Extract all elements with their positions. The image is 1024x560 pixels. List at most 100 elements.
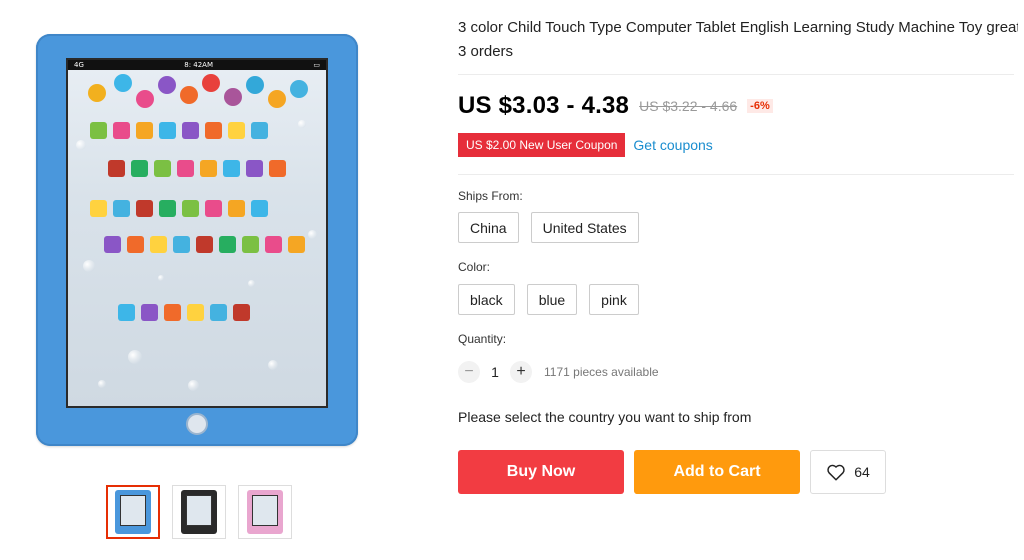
app-tile-icon [219, 236, 236, 253]
app-tile-icon [228, 200, 245, 217]
wishlist-count: 64 [854, 464, 870, 480]
app-tile-icon [154, 160, 171, 177]
water-drop-icon [83, 260, 95, 272]
main-product-image[interactable]: 4G 8: 42AM ▭ [36, 34, 358, 446]
water-drop-icon [98, 380, 106, 388]
ship-option-united-states[interactable]: United States [530, 212, 639, 243]
divider [458, 174, 1014, 175]
app-tile-icon [113, 122, 130, 139]
app-tile-icon [113, 200, 130, 217]
buy-now-button[interactable]: Buy Now [458, 450, 624, 494]
water-drop-icon [308, 230, 317, 239]
discount-badge: -6% [747, 99, 773, 113]
app-tile-icon [228, 122, 245, 139]
number-bubble-icon [136, 90, 154, 108]
number-bubble-icon [88, 84, 106, 102]
app-tile-icon [131, 160, 148, 177]
battery-icon: ▭ [313, 61, 320, 69]
new-user-coupon[interactable]: US $2.00 New User Coupon [458, 133, 626, 157]
number-bubble-icon [246, 76, 264, 94]
heart-icon [827, 464, 845, 481]
tablet-thumb-icon [181, 490, 217, 534]
signal-text: 4G [74, 61, 84, 69]
app-tile-icon [182, 122, 199, 139]
app-tile-icon [141, 304, 158, 321]
price-row: US $3.03 - 4.38 US $3.22 - 4.66 -6% [458, 92, 773, 120]
quantity-stepper: − 1 + 1171 pieces available [458, 361, 659, 383]
number-bubble-icon [224, 88, 242, 106]
color-option-black[interactable]: black [458, 284, 515, 315]
number-bubble-icon [202, 74, 220, 92]
app-tile-icon [90, 122, 107, 139]
app-tile-icon [187, 304, 204, 321]
app-tile-icon [205, 200, 222, 217]
shipping-country-message: Please select the country you want to sh… [458, 409, 752, 425]
app-tile-icon [127, 236, 144, 253]
water-drop-icon [188, 380, 199, 391]
app-tile-icon [182, 200, 199, 217]
water-drop-icon [298, 120, 306, 128]
color-option-pink[interactable]: pink [589, 284, 639, 315]
stock-available: 1171 pieces available [544, 365, 659, 379]
color-options: black blue pink [458, 284, 639, 315]
original-price: US $3.22 - 4.66 [639, 98, 738, 114]
app-tile-icon [159, 122, 176, 139]
app-tile-icon [200, 160, 217, 177]
app-tile-icon [159, 200, 176, 217]
home-button-icon [186, 413, 208, 435]
wishlist-button[interactable]: 64 [810, 450, 886, 494]
app-tile-icon [205, 122, 222, 139]
color-option-blue[interactable]: blue [526, 284, 578, 315]
app-tile-icon [164, 304, 181, 321]
tablet-status-bar: 4G 8: 42AM ▭ [68, 60, 326, 70]
number-bubble-icon [180, 86, 198, 104]
water-drop-icon [268, 360, 278, 370]
app-tile-icon [196, 236, 213, 253]
get-coupons-link[interactable]: Get coupons [633, 137, 712, 153]
water-drop-icon [128, 350, 142, 364]
number-bubble-icon [290, 80, 308, 98]
quantity-decrease-button[interactable]: − [458, 361, 480, 383]
quantity-label: Quantity: [458, 332, 507, 346]
coupon-row: US $2.00 New User Coupon Get coupons [458, 133, 713, 157]
thumbnail-blue[interactable] [106, 485, 160, 539]
thumbnail-pink[interactable] [238, 485, 292, 539]
app-tile-icon [246, 160, 263, 177]
app-tile-icon [242, 236, 259, 253]
water-drop-icon [158, 275, 164, 281]
app-tile-icon [210, 304, 227, 321]
tablet-thumb-icon [115, 490, 151, 534]
app-tile-icon [265, 236, 282, 253]
current-price: US $3.03 - 4.38 [458, 92, 630, 119]
color-label: Color: [458, 260, 491, 274]
tablet-thumb-icon [247, 490, 283, 534]
ship-option-china[interactable]: China [458, 212, 519, 243]
app-tile-icon [251, 200, 268, 217]
app-tile-icon [173, 236, 190, 253]
water-drop-icon [76, 140, 86, 150]
app-tile-icon [118, 304, 135, 321]
app-tile-icon [223, 160, 240, 177]
action-buttons: Buy Now Add to Cart 64 [458, 450, 886, 494]
number-bubble-icon [114, 74, 132, 92]
add-to-cart-button[interactable]: Add to Cart [634, 450, 800, 494]
app-tile-icon [251, 122, 268, 139]
app-tile-icon [288, 236, 305, 253]
status-time: 8: 42AM [184, 61, 214, 69]
ships-from-label: Ships From: [458, 189, 523, 203]
divider [458, 74, 1014, 75]
app-tile-icon [269, 160, 286, 177]
number-bubble-icon [158, 76, 176, 94]
quantity-value[interactable]: 1 [490, 364, 500, 380]
thumbnail-black[interactable] [172, 485, 226, 539]
app-tile-icon [108, 160, 125, 177]
quantity-increase-button[interactable]: + [510, 361, 532, 383]
product-title: 3 color Child Touch Type Computer Tablet… [458, 19, 1018, 36]
app-tile-icon [233, 304, 250, 321]
app-tile-icon [177, 160, 194, 177]
thumbnail-strip [106, 485, 292, 539]
app-tile-icon [150, 236, 167, 253]
number-bubble-icon [268, 90, 286, 108]
order-count: 3 orders [458, 43, 514, 60]
app-tile-icon [136, 200, 153, 217]
